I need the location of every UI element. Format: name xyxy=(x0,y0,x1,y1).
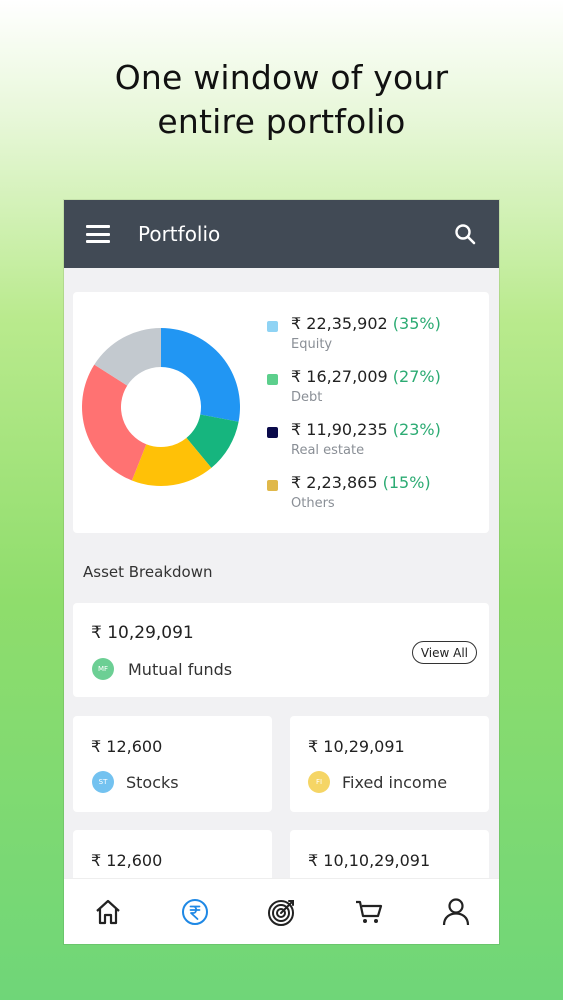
headline-line-1: One window of your xyxy=(114,58,449,97)
legend-item-others: ₹ 2,23,865 (15%) Others xyxy=(265,473,485,526)
page-title: Portfolio xyxy=(138,222,221,246)
target-icon xyxy=(267,899,294,926)
allocation-legend: ₹ 22,35,902 (35%) Equity ₹ 16,27,009 (27… xyxy=(265,314,485,526)
bottom-navigation xyxy=(64,878,499,944)
phone-screen: Portfolio ₹ 22,35,902 (35%) Equity ₹ 16,… xyxy=(64,200,499,944)
search-icon[interactable] xyxy=(453,222,477,246)
view-all-button[interactable]: View All xyxy=(411,641,477,664)
fixed-income-amount: ₹ 10,29,091 xyxy=(308,737,405,756)
fixed-income-label: Fixed income xyxy=(342,773,448,792)
headline: One window of your entire portfolio xyxy=(0,56,563,144)
legend-dot xyxy=(267,321,278,332)
nav-profile[interactable] xyxy=(440,896,472,928)
menu-icon[interactable] xyxy=(86,225,110,243)
mutual-funds-amount: ₹ 10,29,091 xyxy=(91,623,194,643)
home-icon xyxy=(95,899,120,924)
legend-dot xyxy=(267,374,278,385)
asset-breakdown-heading: Asset Breakdown xyxy=(83,563,213,581)
headline-line-2: entire portfolio xyxy=(157,102,406,141)
legend-label: Debt xyxy=(291,390,323,405)
stocks-amount: ₹ 12,600 xyxy=(91,737,163,756)
legend-dot xyxy=(267,480,278,491)
stocks-label: Stocks xyxy=(126,773,179,792)
legend-amount: ₹ 2,23,865 (15%) xyxy=(291,473,431,492)
nav-portfolio[interactable] xyxy=(179,896,211,928)
profile-icon xyxy=(442,897,469,925)
legend-item-equity: ₹ 22,35,902 (35%) Equity xyxy=(265,314,485,367)
fixed-income-card[interactable]: ₹ 10,29,091 FI Fixed income xyxy=(290,716,489,812)
legend-amount: ₹ 11,90,235 (23%) xyxy=(291,420,441,439)
donut-segment-1 xyxy=(161,328,240,422)
nav-goals[interactable] xyxy=(266,896,298,928)
stocks-icon: ST xyxy=(92,771,114,793)
donut-segment-4 xyxy=(82,364,147,481)
legend-label: Real estate xyxy=(291,443,365,458)
legend-dot xyxy=(267,427,278,438)
nav-home[interactable] xyxy=(92,896,124,928)
stocks-card[interactable]: ₹ 12,600 ST Stocks xyxy=(73,716,272,812)
cart-icon xyxy=(355,900,382,923)
legend-label: Others xyxy=(291,496,335,511)
legend-item-real-estate: ₹ 11,90,235 (23%) Real estate xyxy=(265,420,485,473)
legend-amount: ₹ 22,35,902 (35%) xyxy=(291,314,441,333)
legend-label: Equity xyxy=(291,337,333,352)
allocation-donut-chart xyxy=(82,328,240,486)
mutual-funds-label: Mutual funds xyxy=(128,660,233,679)
app-bar: Portfolio xyxy=(64,200,499,268)
mutual-funds-icon: MF xyxy=(92,658,114,680)
legend-item-debt: ₹ 16,27,009 (27%) Debt xyxy=(265,367,485,420)
fixed-income-icon: FI xyxy=(308,771,330,793)
nav-cart[interactable] xyxy=(353,896,385,928)
asset-card-5-amount: ₹ 10,10,29,091 xyxy=(308,851,431,870)
rupee-icon xyxy=(181,898,208,925)
legend-amount: ₹ 16,27,009 (27%) xyxy=(291,367,441,386)
mutual-funds-card[interactable]: ₹ 10,29,091 MF Mutual funds View All xyxy=(73,603,489,697)
portfolio-summary-card: ₹ 22,35,902 (35%) Equity ₹ 16,27,009 (27… xyxy=(73,292,489,533)
asset-card-4-amount: ₹ 12,600 xyxy=(91,851,163,870)
